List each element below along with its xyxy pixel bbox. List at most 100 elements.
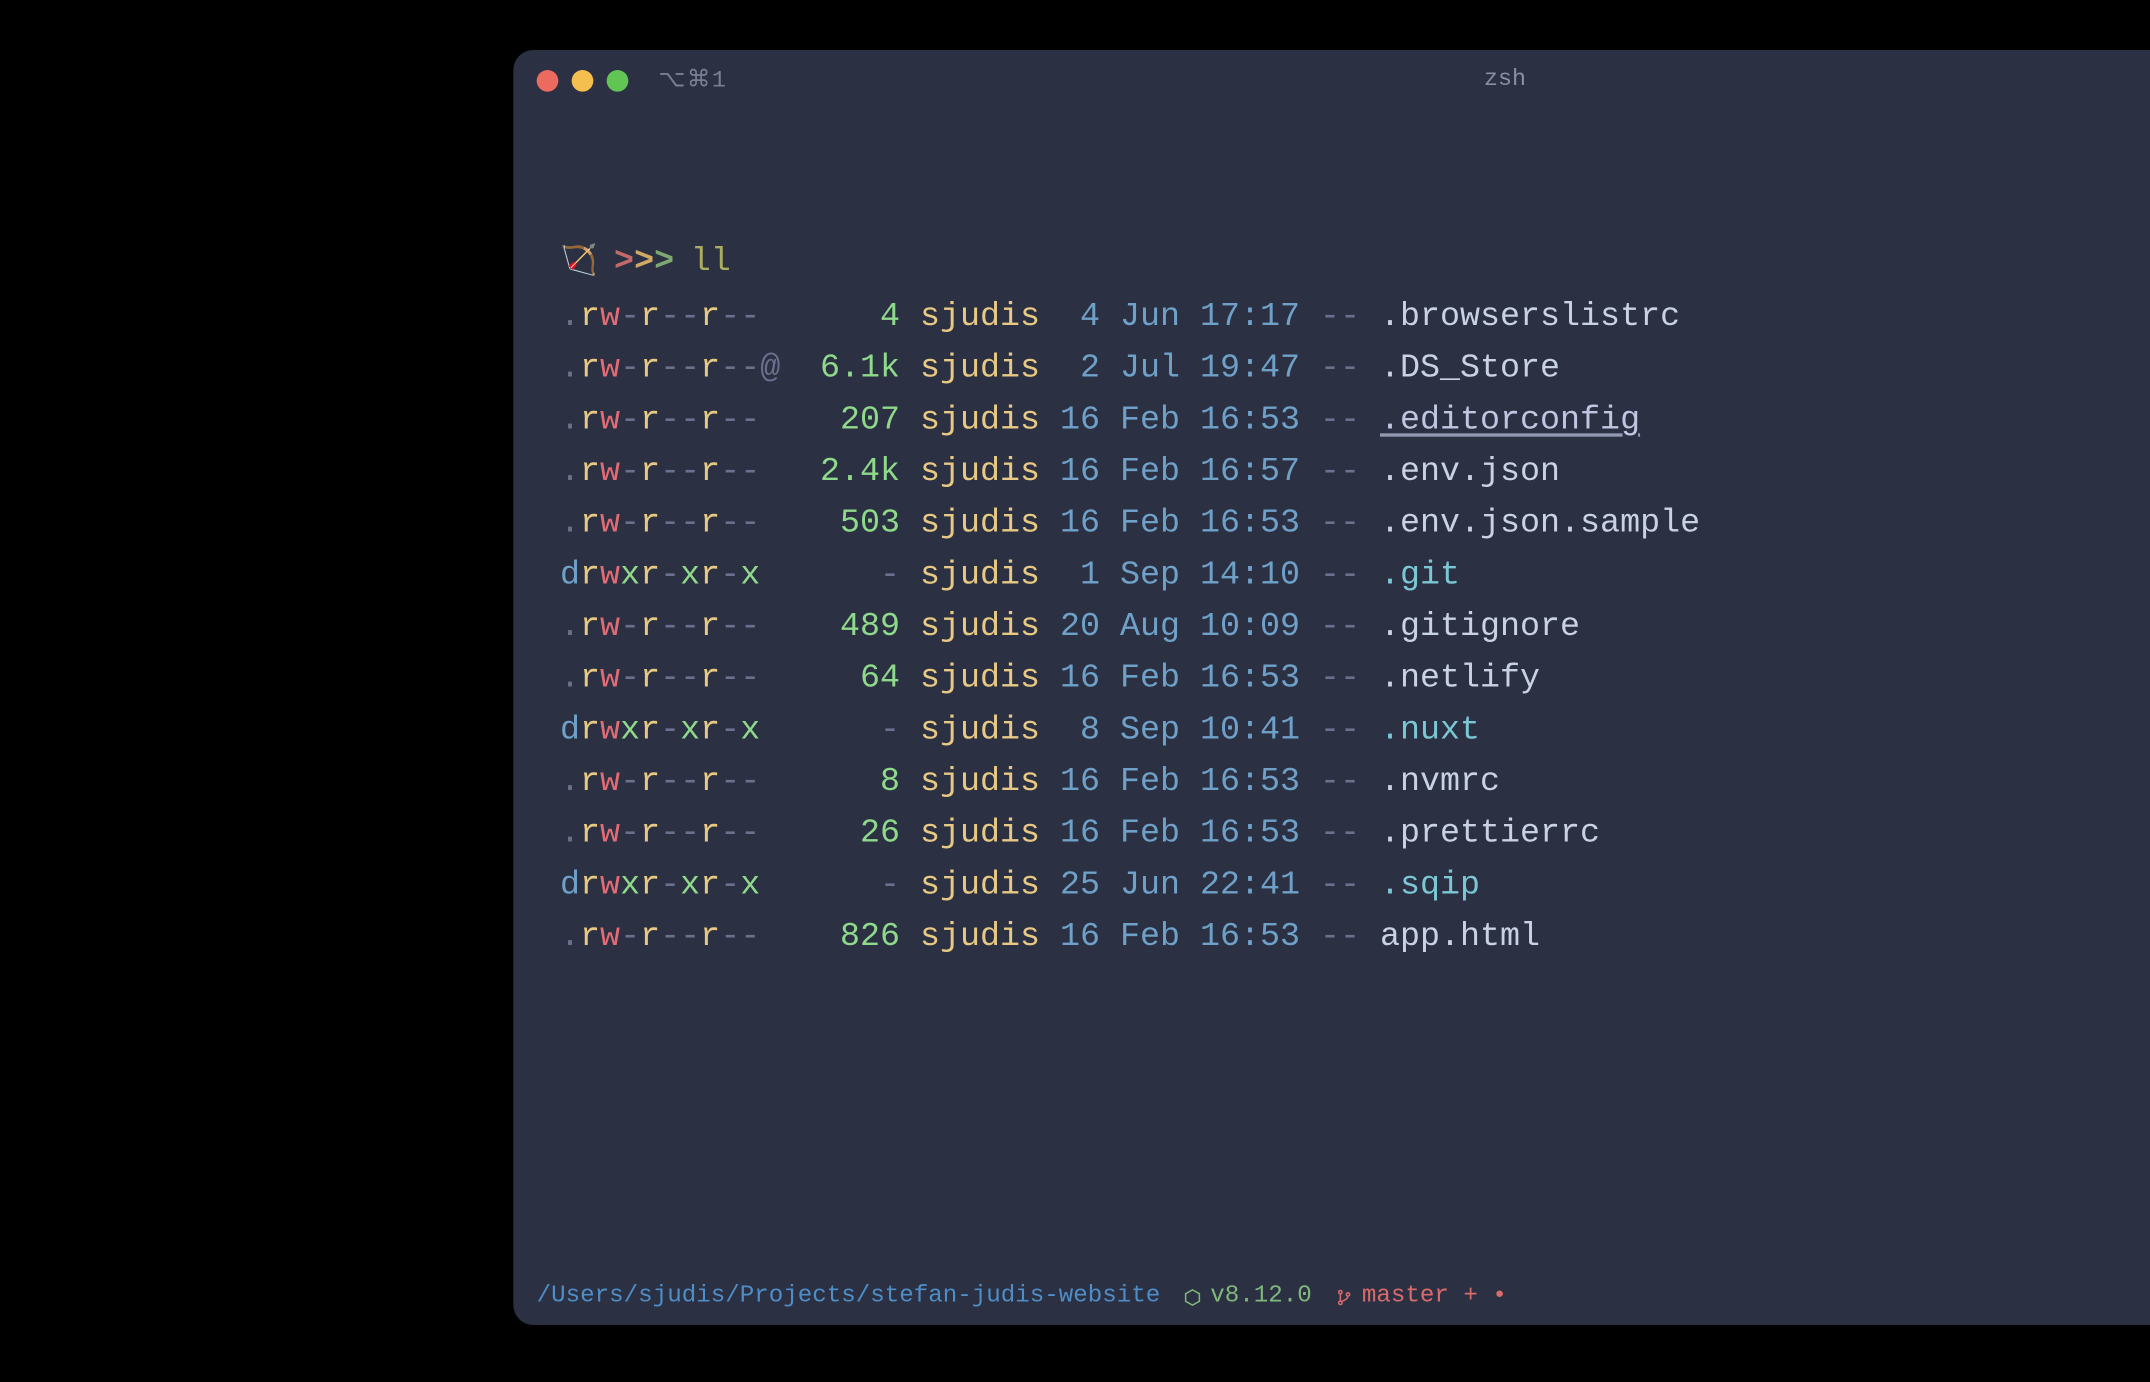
month: Jun <box>1100 860 1180 912</box>
dash: -- <box>1300 550 1360 602</box>
month: Aug <box>1100 602 1180 654</box>
filename: .browserslistrc <box>1360 292 1680 344</box>
owner: sjudis <box>900 808 1040 860</box>
size: 503 <box>800 498 900 550</box>
day: 16 <box>1040 653 1100 705</box>
size: 6.1k <box>800 343 900 395</box>
list-item: .rw-r--r-- 64sjudis16Feb16:53--.netlify <box>560 653 2150 705</box>
filename: .editorconfig <box>1360 395 1640 447</box>
perm: .rw-r--r-- <box>560 653 800 705</box>
perm: .rw-r--r-- <box>560 447 800 499</box>
file-listing: .rw-r--r-- 4sjudis4Jun17:17--.browsersli… <box>560 292 2150 964</box>
size: - <box>800 705 900 757</box>
month: Sep <box>1100 705 1180 757</box>
perm: .rw-r--r-- <box>560 498 800 550</box>
time: 14:10 <box>1180 550 1300 602</box>
owner: sjudis <box>900 912 1040 964</box>
dash: -- <box>1300 498 1360 550</box>
list-item: .rw-r--r-- 503sjudis16Feb16:53--.env.jso… <box>560 498 2150 550</box>
prompt-chevrons: >>> <box>614 237 674 289</box>
filename: .prettierrc <box>1360 808 1600 860</box>
day: 16 <box>1040 912 1100 964</box>
time: 16:53 <box>1180 757 1300 809</box>
git-branch-icon <box>1335 1288 1353 1306</box>
time: 16:53 <box>1180 808 1300 860</box>
day: 16 <box>1040 498 1100 550</box>
size: 26 <box>800 808 900 860</box>
day: 25 <box>1040 860 1100 912</box>
terminal-window: ⌥⌘1 zsh 🏹 >>> ll [12:06:40] .rw-r--r-- 4… <box>513 50 2150 1325</box>
dash: -- <box>1300 757 1360 809</box>
dash: -- <box>1300 912 1360 964</box>
statusbar-git-branch: master + • <box>1362 1283 1507 1310</box>
filename: .env.json.sample <box>1360 498 1700 550</box>
filename: .nvmrc <box>1360 757 1500 809</box>
day: 4 <box>1040 292 1100 344</box>
dash: -- <box>1300 653 1360 705</box>
filename: .gitignore <box>1360 602 1580 654</box>
month: Feb <box>1100 912 1180 964</box>
close-icon[interactable] <box>537 69 559 91</box>
time: 16:53 <box>1180 395 1300 447</box>
dash: -- <box>1300 602 1360 654</box>
time: 19:47 <box>1180 343 1300 395</box>
size: - <box>800 860 900 912</box>
dash: -- <box>1300 343 1360 395</box>
statusbar-git: master + • <box>1335 1283 1507 1310</box>
owner: sjudis <box>900 395 1040 447</box>
perm: .rw-r--r-- <box>560 292 800 344</box>
dash: -- <box>1300 705 1360 757</box>
filename: .sqip <box>1360 860 1480 912</box>
month: Sep <box>1100 550 1180 602</box>
tab-label[interactable]: ⌥⌘1 <box>658 66 727 94</box>
dash: -- <box>1300 292 1360 344</box>
filename: .nuxt <box>1360 705 1480 757</box>
day: 1 <box>1040 550 1100 602</box>
prompt-command: ll <box>691 237 731 289</box>
size: 826 <box>800 912 900 964</box>
statusbar: /Users/sjudis/Projects/stefan-judis-webs… <box>513 1278 2150 1325</box>
size: - <box>800 550 900 602</box>
owner: sjudis <box>900 498 1040 550</box>
day: 16 <box>1040 447 1100 499</box>
zoom-icon[interactable] <box>607 69 629 91</box>
month: Feb <box>1100 395 1180 447</box>
month: Feb <box>1100 808 1180 860</box>
filename: .netlify <box>1360 653 1540 705</box>
perm: .rw-r--r-- <box>560 912 800 964</box>
statusbar-node-version: v8.12.0 <box>1210 1283 1312 1310</box>
dash: -- <box>1300 808 1360 860</box>
size: 2.4k <box>800 447 900 499</box>
perm: drwxr-xr-x <box>560 860 800 912</box>
perm: .rw-r--r-- <box>560 395 800 447</box>
filename: .DS_Store <box>1360 343 1560 395</box>
day: 8 <box>1040 705 1100 757</box>
list-item: .rw-r--r-- 489sjudis20Aug10:09--.gitigno… <box>560 602 2150 654</box>
day: 16 <box>1040 808 1100 860</box>
terminal-content[interactable]: 🏹 >>> ll [12:06:40] .rw-r--r-- 4sjudis4J… <box>513 110 2150 1278</box>
list-item: .rw-r--r-- 2.4ksjudis16Feb16:57--.env.js… <box>560 447 2150 499</box>
prompt-line: 🏹 >>> ll [12:06:40] <box>560 237 2150 289</box>
perm: .rw-r--r--@ <box>560 343 800 395</box>
perm: .rw-r--r-- <box>560 808 800 860</box>
day: 2 <box>1040 343 1100 395</box>
traffic-lights <box>537 69 629 91</box>
owner: sjudis <box>900 343 1040 395</box>
minimize-icon[interactable] <box>572 69 594 91</box>
list-item: drwxr-xr-x -sjudis25Jun22:41--.sqip <box>560 860 2150 912</box>
time: 10:09 <box>1180 602 1300 654</box>
list-item: .rw-r--r-- 207sjudis16Feb16:53--.editorc… <box>560 395 2150 447</box>
hexagon-icon <box>1184 1288 1202 1306</box>
statusbar-node: v8.12.0 <box>1184 1283 1312 1310</box>
month: Feb <box>1100 498 1180 550</box>
perm: drwxr-xr-x <box>560 705 800 757</box>
bow-icon: 🏹 <box>560 242 597 288</box>
size: 207 <box>800 395 900 447</box>
size: 64 <box>800 653 900 705</box>
month: Feb <box>1100 757 1180 809</box>
list-item: .rw-r--r-- 26sjudis16Feb16:53--.prettier… <box>560 808 2150 860</box>
size: 8 <box>800 757 900 809</box>
list-item: .rw-r--r-- 826sjudis16Feb16:53--app.html <box>560 912 2150 964</box>
titlebar: ⌥⌘1 zsh <box>513 50 2150 110</box>
list-item: drwxr-xr-x -sjudis1Sep14:10--.git <box>560 550 2150 602</box>
